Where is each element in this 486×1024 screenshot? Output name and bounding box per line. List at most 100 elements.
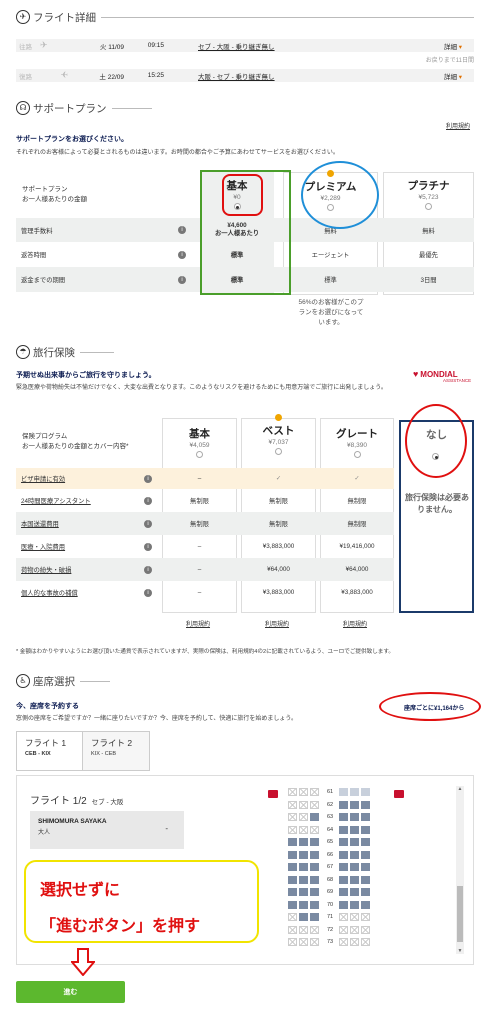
seat[interactable] [288,913,297,922]
seat[interactable] [361,925,370,934]
seat[interactable] [288,825,297,834]
seat[interactable] [299,838,308,847]
seat[interactable] [299,875,308,884]
seat[interactable] [350,913,359,922]
seat[interactable] [361,788,370,797]
seat[interactable] [350,850,359,859]
seat[interactable] [350,938,359,947]
seat[interactable] [350,863,359,872]
seat[interactable] [339,788,348,797]
seat[interactable] [350,900,359,909]
seat[interactable] [310,788,319,797]
seat[interactable] [350,888,359,897]
seat[interactable] [288,813,297,822]
seat[interactable] [361,913,370,922]
seat[interactable] [288,938,297,947]
info-icon[interactable]: i [144,474,152,483]
seat[interactable] [350,838,359,847]
seat[interactable] [361,888,370,897]
seat[interactable] [350,825,359,834]
insurance-plan-great[interactable]: グレート ¥8,390 [320,426,394,460]
seat[interactable] [288,788,297,797]
info-icon[interactable]: i [144,565,152,574]
seat[interactable] [288,925,297,934]
info-icon[interactable]: i [178,226,186,234]
seat[interactable] [288,863,297,872]
scroll-thumb[interactable] [457,886,463,942]
seat[interactable] [288,850,297,859]
seat-map-scrollbar[interactable]: ▲ ▼ [456,786,464,954]
info-icon[interactable]: i [178,250,186,259]
seat[interactable] [310,888,319,897]
seat[interactable] [299,863,308,872]
seat[interactable] [339,800,348,809]
seat[interactable] [310,813,319,822]
flight-detail-toggle[interactable]: 詳細 [444,41,474,51]
seat[interactable] [288,875,297,884]
seat[interactable] [299,825,308,834]
insurance-plan-basic[interactable]: 基本 ¥4,059 [162,426,237,460]
seat[interactable] [339,850,348,859]
seat[interactable] [361,838,370,847]
seat[interactable] [310,913,319,922]
seat[interactable] [310,800,319,809]
info-icon[interactable]: i [144,519,152,528]
seat[interactable] [350,813,359,822]
seat[interactable] [310,900,319,909]
seat[interactable] [350,925,359,934]
scroll-up-arrow[interactable]: ▲ [456,786,464,792]
insurance-terms-great[interactable]: 利用規約 [343,619,367,628]
seat[interactable] [299,813,308,822]
seat[interactable] [310,825,319,834]
seat[interactable] [299,888,308,897]
seat[interactable] [299,925,308,934]
seat[interactable] [339,938,348,947]
seat[interactable] [361,875,370,884]
seat[interactable] [339,863,348,872]
seat[interactable] [339,900,348,909]
seat[interactable] [310,938,319,947]
info-icon[interactable]: i [178,275,186,284]
seat[interactable] [339,825,348,834]
tab-flight-2[interactable]: フライト 2 KIX - CEB [83,732,149,770]
seat[interactable] [361,800,370,809]
plan-platinum-radio[interactable] [425,203,432,210]
seat[interactable] [339,875,348,884]
seat[interactable] [350,788,359,797]
seat[interactable] [361,863,370,872]
info-icon[interactable]: i [144,496,152,505]
insurance-best-radio[interactable] [275,448,282,455]
seat[interactable] [310,925,319,934]
seat[interactable] [299,913,308,922]
insurance-basic-radio[interactable] [196,451,203,458]
seat[interactable] [339,888,348,897]
plan-platinum[interactable]: プラチナ ¥5,723 [383,178,474,212]
seat[interactable] [339,925,348,934]
flight-detail-toggle[interactable]: 詳細 [444,71,474,81]
seat[interactable] [299,800,308,809]
tab-flight-1[interactable]: フライト 1 CEB - KIX [17,732,84,770]
flight-route[interactable]: セブ - 大阪 - 乗り継ぎ無し [198,41,444,51]
passenger-card[interactable]: SHIMOMURA SAYAKA 大人 - [30,811,184,849]
insurance-terms-best[interactable]: 利用規約 [265,619,289,628]
seat[interactable] [310,850,319,859]
seat[interactable] [310,875,319,884]
seat[interactable] [350,800,359,809]
seat[interactable] [299,938,308,947]
seat[interactable] [361,900,370,909]
insurance-plan-best[interactable]: ベスト ¥7,037 [241,414,316,457]
scroll-down-arrow[interactable]: ▼ [456,948,464,954]
seat-map[interactable]: 61 62 63 64 65 66 67 68 69 70 71 72 73 [288,786,388,954]
seat[interactable] [361,938,370,947]
seat[interactable] [299,900,308,909]
seat[interactable] [361,813,370,822]
support-terms-link[interactable]: 利用規約 [446,121,470,130]
seat[interactable] [288,888,297,897]
seat[interactable] [361,850,370,859]
seat[interactable] [288,800,297,809]
seat[interactable] [339,838,348,847]
seat[interactable] [361,825,370,834]
info-icon[interactable]: i [144,542,152,551]
seat[interactable] [310,838,319,847]
seat[interactable] [299,788,308,797]
